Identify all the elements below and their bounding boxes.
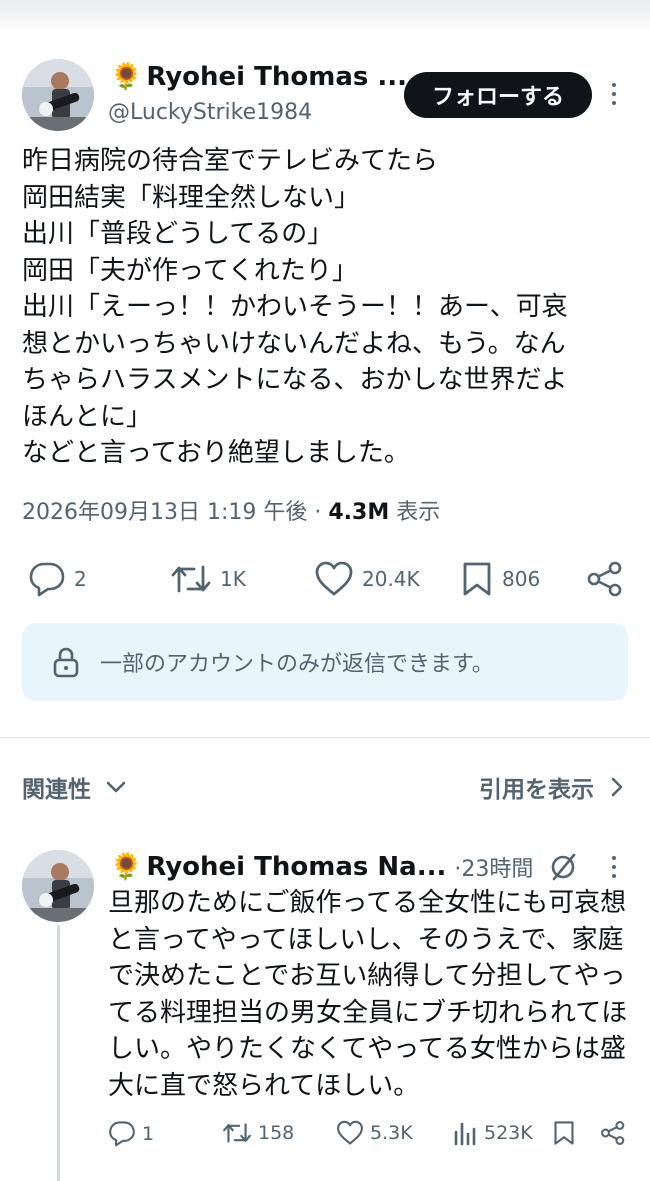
reply-text: 旦那のためにご飯作ってる全女性にも可哀想 と言ってやってほしいし、そのうえで、家… (108, 885, 632, 1104)
reply-author-name[interactable]: Ryohei Thomas Na... (146, 852, 446, 882)
tweet-meta: 2026年09月13日 1:19 午後 · 4.3M 表示 (22, 494, 440, 526)
views-count: 4.3M (328, 500, 390, 525)
tweet-text-line: 岡田「夫が作ってくれたり」 (22, 255, 358, 286)
view-quotes-link[interactable]: 引用を表示 (479, 770, 624, 804)
reply-time[interactable]: ·23時間 (454, 851, 533, 883)
tweet-text-line: などと言っており絶望しました。 (22, 438, 410, 468)
reply-reply-count: 1 (142, 1122, 155, 1145)
sort-label: 関連性 (22, 777, 91, 803)
tweet-timestamp[interactable]: 2026年09月13日 1:19 午後 (22, 500, 307, 525)
tweet-text-line: ほんとに」 (22, 401, 153, 432)
reply-avatar[interactable] (22, 850, 94, 922)
reply-text-line: 大に直で怒られてほしい。 (108, 1070, 420, 1101)
sunflower-emoji: 🌻 (110, 852, 143, 882)
reply-restriction-text: 一部のアカウントのみが返信できます。 (100, 652, 494, 677)
bookmark-icon (554, 1121, 574, 1145)
sunflower-emoji: 🌻 (110, 62, 143, 92)
tweet-text-line: ちゃらハラスメントになる、おかしな世界だよ (22, 365, 568, 395)
reply-icon (29, 562, 65, 597)
reply-text-line: で決めたことでお互い納得して分担してやっ (108, 961, 626, 991)
author-handle[interactable]: @LuckyStrike1984 (108, 100, 312, 125)
reply-icon (109, 1121, 135, 1147)
reply-views-action[interactable]: 523K (452, 1120, 533, 1146)
retweet-icon (223, 1123, 251, 1143)
views-label: 表示 (396, 500, 441, 525)
retweet-count: 1K (220, 567, 246, 591)
grok-icon[interactable] (548, 852, 578, 882)
reply-author-row[interactable]: 🌻 Ryohei Thomas Na... ·23時間 (110, 851, 533, 883)
section-divider (0, 737, 650, 738)
reply-text-line: と言ってやってほしいし、そのうえで、家庭 (108, 924, 624, 955)
tweet-text-line: 昨日病院の待合室でテレビみてたら (22, 146, 439, 176)
retweet-icon (171, 565, 211, 593)
share-icon (601, 1121, 625, 1145)
chevron-down-icon (106, 781, 126, 793)
reply-reply-action[interactable]: 1 (108, 1120, 154, 1147)
reply-text-line: しい。やりたくなくてやってる女性からは盛 (108, 1034, 626, 1064)
like-count: 20.4K (362, 567, 420, 591)
reply-count: 2 (74, 567, 87, 591)
sort-dropdown[interactable]: 関連性 (22, 770, 127, 804)
like-icon (315, 561, 353, 596)
tweet-text: 昨日病院の待合室でテレビみてたら 岡田結実「料理全然しない」 出川「普段どうして… (22, 143, 632, 472)
lock-icon (53, 647, 79, 678)
author-name-row[interactable]: 🌻 Ryohei Thomas ... (110, 62, 407, 92)
bookmark-action[interactable]: 806 (460, 561, 540, 597)
tweet-text-line: 想とかいっちゃいけないんだよね、もう。なん (22, 328, 566, 359)
more-icon[interactable] (610, 83, 618, 105)
bookmark-icon (463, 562, 491, 596)
reply-bookmark-action[interactable] (552, 1120, 576, 1146)
view-quotes-label: 引用を表示 (479, 777, 594, 803)
like-action[interactable]: 20.4K (314, 561, 420, 597)
reply-views-count: 523K (484, 1122, 533, 1144)
reply-retweet-action[interactable]: 158 (222, 1120, 294, 1146)
reply-text-line: てる料理担当の男女全員にブチ切れられてほ (108, 997, 628, 1028)
reply-like-count: 5.3K (370, 1122, 413, 1144)
reply-more-icon[interactable] (610, 856, 618, 878)
share-icon (587, 561, 622, 597)
views-icon (454, 1122, 476, 1146)
bookmark-count: 806 (502, 567, 541, 591)
like-icon (337, 1120, 363, 1145)
follow-button[interactable]: フォローする (404, 72, 592, 118)
tweet-text-line: 岡田結実「料理全然しない」 (22, 182, 361, 213)
tweet-text-line: 出川「えーっ！！かわいそうー！！あー、可哀 (22, 292, 568, 322)
tweet-text-line: 出川「普段どうしてるの」 (22, 219, 334, 249)
author-display-name[interactable]: Ryohei Thomas ... (146, 62, 407, 92)
chevron-right-icon (611, 777, 623, 797)
reply-like-action[interactable]: 5.3K (336, 1120, 413, 1146)
top-fade (0, 0, 650, 34)
reply-action[interactable]: 2 (28, 561, 87, 597)
reply-text-line: 旦那のためにご飯作ってる全女性にも可哀想 (108, 888, 627, 918)
avatar[interactable] (22, 59, 94, 131)
reply-share-action[interactable] (600, 1120, 626, 1146)
retweet-action[interactable]: 1K (170, 561, 246, 597)
share-action[interactable] (586, 561, 624, 597)
reply-restriction-banner: 一部のアカウントのみが返信できます。 (22, 623, 628, 701)
reply-retweet-count: 158 (258, 1122, 295, 1144)
thread-line (57, 925, 60, 1181)
meta-separator: · (314, 500, 322, 525)
